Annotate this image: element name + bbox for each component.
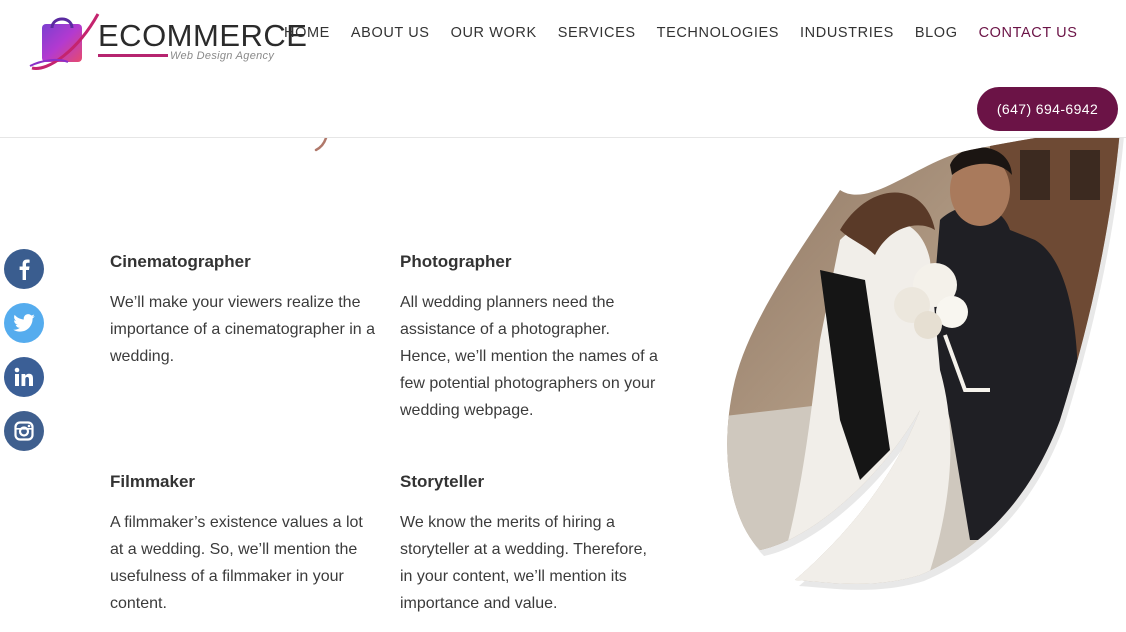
logo[interactable]: ECOMMERCE Web Design Agency (28, 10, 307, 74)
script-heading-fragment (314, 138, 328, 152)
brand-tagline: Web Design Agency (170, 50, 275, 62)
site-header: ECOMMERCE Web Design Agency HOME ABOUT U… (0, 0, 1126, 138)
block-filmmaker: Filmmaker A filmmaker’s existence values… (110, 471, 372, 617)
linkedin-button[interactable] (4, 357, 44, 397)
block-title: Cinematographer (110, 252, 251, 271)
nav-contact-us[interactable]: CONTACT US (979, 24, 1078, 42)
twitter-icon (13, 314, 35, 332)
nav-services[interactable]: SERVICES (558, 24, 636, 42)
block-text: All wedding planners need the assistance… (400, 294, 658, 419)
wedding-couple-photo (727, 130, 1124, 590)
main-nav: HOME ABOUT US OUR WORK SERVICES TECHNOLO… (284, 24, 1099, 42)
brand-name: ECOMMERCE (98, 18, 308, 53)
facebook-button[interactable] (4, 249, 44, 289)
block-text: We’ll make your viewers realize the impo… (110, 294, 376, 365)
nav-blog[interactable]: BLOG (915, 24, 958, 42)
block-cinematographer: Cinematographer We’ll make your viewers … (110, 251, 380, 370)
block-title: Filmmaker (110, 472, 196, 491)
linkedin-icon (14, 367, 33, 386)
nav-industries[interactable]: INDUSTRIES (800, 24, 894, 42)
block-title: Storyteller (400, 472, 485, 491)
twitter-button[interactable] (4, 303, 44, 343)
social-sidebar (4, 249, 44, 465)
facebook-icon (19, 259, 30, 280)
nav-about-us[interactable]: ABOUT US (351, 24, 430, 42)
shopping-bag-logo-icon (29, 13, 100, 70)
block-text: A filmmaker’s existence values a lot at … (110, 514, 363, 612)
block-photographer: Photographer All wedding planners need t… (400, 251, 665, 424)
block-title: Photographer (400, 252, 512, 271)
nav-home[interactable]: HOME (284, 24, 330, 42)
nav-our-work[interactable]: OUR WORK (451, 24, 537, 42)
nav-technologies[interactable]: TECHNOLOGIES (657, 24, 779, 42)
instagram-icon (14, 421, 34, 441)
logo-underline (98, 54, 168, 57)
phone-button[interactable]: (647) 694-6942 (977, 87, 1118, 131)
block-text: We know the merits of hiring a storytell… (400, 514, 647, 612)
block-storyteller: Storyteller We know the merits of hiring… (400, 471, 660, 617)
instagram-button[interactable] (4, 411, 44, 451)
